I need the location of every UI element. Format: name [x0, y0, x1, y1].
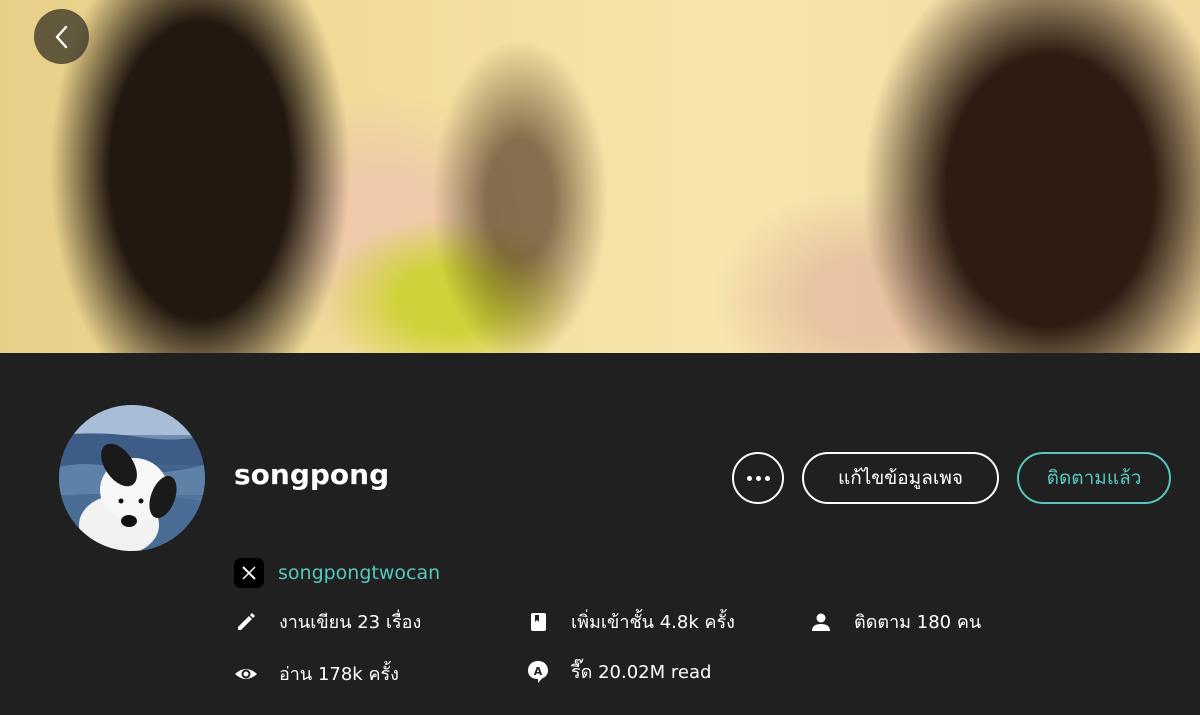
stat-reads: A รี๊ด 20.02M read: [526, 657, 711, 686]
stat-works: งานเขียน 23 เรื่อง: [234, 607, 421, 636]
stat-library-label: เพิ่มเข้าชั้น 4.8k ครั้ง: [571, 612, 735, 633]
edit-page-button[interactable]: แก้ไขข้อมูลเพจ: [802, 452, 999, 504]
pencil-icon: [234, 610, 258, 634]
stat-followers: ติดตาม 180 คน: [809, 607, 981, 636]
stat-followers-label: ติดตาม 180 คน: [854, 612, 982, 633]
following-button[interactable]: ติดตามแล้ว: [1017, 452, 1171, 504]
x-handle-link[interactable]: songpongtwocan: [278, 562, 440, 584]
cover-image: [0, 0, 1200, 353]
reaction-badge-icon: A: [526, 660, 550, 684]
svg-text:A: A: [534, 665, 543, 678]
book-icon: [526, 610, 550, 634]
stat-views-label: อ่าน 178k ครั้ง: [279, 664, 399, 685]
x-logo-icon: [234, 558, 264, 588]
back-button[interactable]: [34, 9, 89, 64]
more-horizontal-icon: [746, 475, 752, 481]
chevron-left-icon: [55, 25, 67, 48]
more-options-button[interactable]: [732, 452, 784, 504]
eye-icon: [234, 662, 258, 686]
social-link-row: songpongtwocan: [234, 558, 440, 588]
stat-library: เพิ่มเข้าชั้น 4.8k ครั้ง: [526, 607, 735, 636]
profile-username: songpong: [234, 458, 390, 491]
avatar: [59, 405, 205, 551]
stat-views: อ่าน 178k ครั้ง: [234, 659, 399, 688]
stat-works-label: งานเขียน 23 เรื่อง: [279, 612, 422, 633]
stat-reads-label: รี๊ด 20.02M read: [571, 662, 712, 683]
person-icon: [809, 610, 833, 634]
